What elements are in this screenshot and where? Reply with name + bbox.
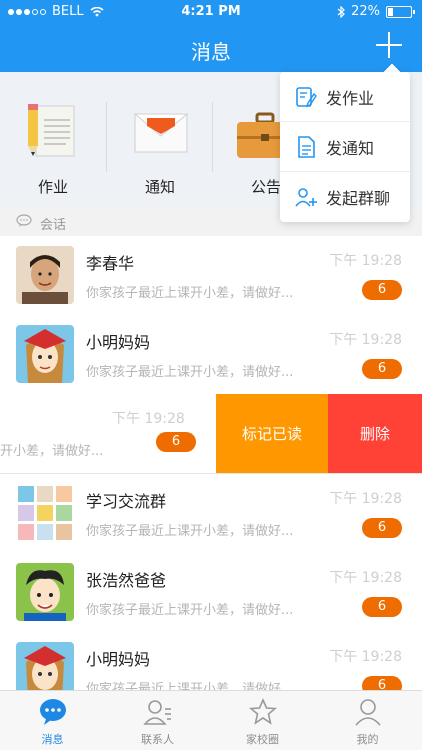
message-preview: 你家孩子最近上课开小差，请做好... [86,603,294,618]
menu-item-label: 发通知 [326,138,375,158]
add-button[interactable] [376,32,402,58]
tab-label: 我的 [356,733,379,746]
menu-item-start-group-chat[interactable]: 发起群聊 [280,172,410,222]
add-user-icon [295,188,317,207]
chat-bubble-icon [40,699,66,725]
tab-school-circle[interactable]: 家校圈 [210,691,315,750]
avatar [16,325,74,383]
menu-item-post-notice[interactable]: 发通知 [280,122,410,172]
message-time: 下午 19:28 [329,649,402,665]
conversation-row[interactable]: 小明妈妈 下午 19:28 你家孩子最近上课开小差，请做好... 6 [0,315,422,395]
status-bar: BELL 4:21 PM 22% [0,0,422,24]
avatar [16,563,74,621]
add-popup-menu: 发作业 发通知 发起群聊 [280,72,410,222]
message-time: 下午 19:28 [112,411,185,427]
status-right: 22% [337,4,415,19]
tab-label: 消息 [41,733,64,746]
message-time: 下午 19:28 [329,570,402,586]
chat-icon [16,214,32,227]
avatar [16,246,74,304]
message-time: 下午 19:28 [329,332,402,348]
message-preview: 开小差，请做好... [0,444,104,459]
group-avatar [16,484,74,542]
section-label: 会话 [40,218,67,233]
document-icon [298,135,315,158]
bluetooth-icon [337,5,345,18]
tab-label: 家校圈 [246,733,279,746]
menu-item-label: 发作业 [326,88,375,108]
message-preview: 你家孩子最近上课开小差，请做好... [86,286,294,301]
delete-button[interactable]: 删除 [328,394,422,473]
unread-badge: 6 [362,518,402,538]
unread-badge: 6 [362,597,402,617]
contact-name: 学习交流群 [86,492,167,511]
conversation-row[interactable]: 李春华 下午 19:28 你家孩子最近上课开小差，请做好... 6 [0,236,422,316]
message-time: 下午 19:28 [329,491,402,507]
category-label: 通知 [144,178,175,196]
unread-badge: 6 [362,359,402,379]
unread-badge: 6 [362,280,402,300]
battery-icon [386,5,415,18]
tab-bar: 消息 联系人 家校圈 我的 [0,690,422,750]
category-notice[interactable]: 通知 [107,72,213,206]
contact-name: 小明妈妈 [86,333,151,352]
contact-name: 李春华 [86,254,135,273]
page-title: 消息 [191,40,231,64]
menu-item-post-homework[interactable]: 发作业 [280,72,410,122]
conversation-row[interactable]: 学习交流群 下午 19:28 你家孩子最近上课开小差，请做好... 6 [0,474,422,554]
mark-read-button[interactable]: 标记已读 [216,394,328,473]
header: BELL 4:21 PM 22% 消息 [0,0,422,72]
unread-badge: 6 [156,432,196,452]
message-preview: 你家孩子最近上课开小差，请做好... [86,365,294,380]
message-time: 下午 19:28 [329,253,402,269]
conversation-row-swiped[interactable]: 下午 19:28 开小差，请做好... 6 标记已读 删除 [0,394,422,474]
conversation-row[interactable]: 张浩然爸爸 下午 19:28 你家孩子最近上课开小差，请做好... 6 [0,553,422,633]
category-homework[interactable]: 作业 [0,72,106,206]
message-preview: 你家孩子最近上课开小差，请做好... [86,524,294,539]
category-label: 作业 [37,178,68,196]
contact-name: 张浩然爸爸 [86,571,167,590]
tab-messages[interactable]: 消息 [0,691,105,750]
profile-icon [355,699,381,726]
contacts-icon [143,700,171,725]
tab-profile[interactable]: 我的 [315,691,420,750]
edit-icon [296,86,317,107]
tab-label: 联系人 [141,733,174,746]
contact-name: 小明妈妈 [86,650,151,669]
star-icon [248,698,278,725]
battery-percent: 22% [351,4,380,19]
homework-icon [28,104,75,157]
tab-contacts[interactable]: 联系人 [105,691,210,750]
menu-item-label: 发起群聊 [326,189,391,208]
mail-icon [133,113,189,153]
